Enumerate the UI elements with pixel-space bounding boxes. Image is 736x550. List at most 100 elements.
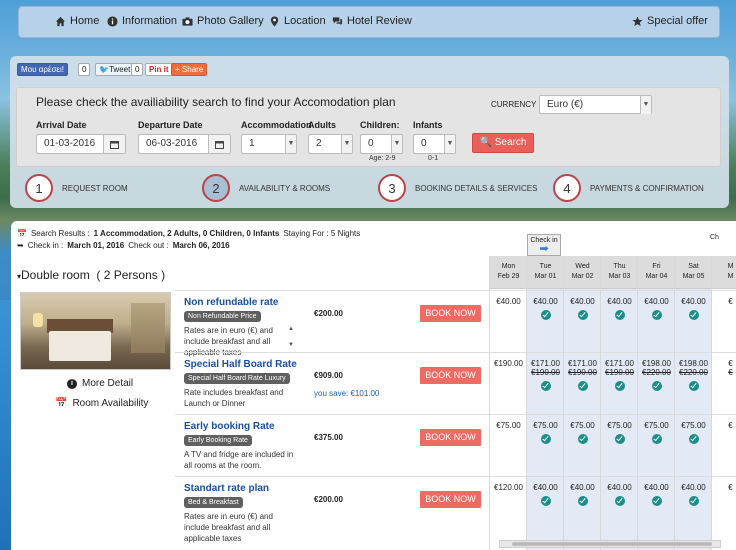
day-header: Thu Mar 03 [601,256,638,289]
price-cell[interactable]: € € [712,352,736,414]
check-circle-icon [651,310,662,320]
grid-horizontal-scrollbar[interactable] [499,540,721,548]
check-circle-icon [614,496,625,506]
room-photo[interactable] [20,292,171,370]
price-cell[interactable]: €40.00 [527,476,564,538]
price-cell[interactable]: € [712,476,736,538]
search-icon: 🔍 [479,137,492,148]
check-circle-icon [651,496,662,506]
checkin-checkout-line: ➥ Check in : March 01, 2016 Check out : … [17,241,230,250]
info-icon: i [67,378,77,389]
pinit-button[interactable]: Pin it [145,63,173,76]
price-cell[interactable]: €40.00 [601,476,638,538]
nav-photo-gallery[interactable]: Photo Gallery [182,15,264,27]
step-payments: 4 PAYMENTS & CONFIRMATION [553,174,704,202]
book-now-button[interactable]: BOOK NOW [420,367,481,384]
adults-label: Adults [308,120,336,130]
check-circle-icon [540,496,551,506]
day-header: Sat Mar 05 [675,256,712,289]
children-label: Children: [360,120,400,130]
price-cell[interactable]: €75.00 [490,414,527,476]
nav-special-offer[interactable]: Special offer [632,15,708,27]
availability-search-form: Please check the availiability search to… [16,87,721,167]
price-cell[interactable]: €120.00 [490,476,527,538]
day-column: Thu Mar 03 €40.00 €171.00 €190.00 €75.00 €40.0… [600,256,638,550]
price-cell[interactable]: €171.00 €190.00 [564,352,601,414]
camera-icon [182,16,193,26]
price-cell[interactable]: €171.00 €190.00 [601,352,638,414]
main-nav: Home Information Photo Gallery Location … [18,6,720,38]
departure-date-input[interactable]: 06-03-2016 [138,134,231,154]
search-button[interactable]: 🔍 Search [472,133,534,153]
price-cell[interactable]: €198.00 €220.00 [675,352,712,414]
check-circle-icon [688,310,699,320]
price-cell[interactable]: €40.00 [675,290,712,352]
arrival-date-input[interactable]: 01-03-2016 [36,134,126,154]
arrival-date-label: Arrival Date [36,120,87,130]
room-title[interactable]: ▾Double room ( 2 Persons ) [17,268,165,282]
step-request-room: 1 REQUEST ROOM [25,174,128,202]
day-column: M M € € € € € [711,256,736,550]
tweet-button[interactable]: 🐦Tweet [95,63,135,76]
calendar-icon[interactable] [103,135,125,153]
infants-select[interactable]: 0 ▼ [413,134,456,154]
search-title: Please check the availiability search to… [36,95,396,109]
day-column: Sat Mar 05 €40.00 €198.00 €220.00 €75.00 €40.0… [674,256,712,550]
facebook-like-button[interactable]: Μου αρέσει! [17,63,68,76]
map-pin-icon [270,15,279,27]
price-cell[interactable]: € [712,414,736,476]
price-cell[interactable]: €171.00 €190.00 [527,352,564,414]
adults-select[interactable]: 2 ▼ [308,134,353,154]
price-cell[interactable]: €40.00 [601,290,638,352]
comments-icon [332,16,343,25]
check-circle-icon [614,310,625,320]
facebook-count: 0 [78,63,91,76]
book-now-button[interactable]: BOOK NOW [420,491,481,508]
price-cell[interactable]: €40.00 [638,290,675,352]
price-cell[interactable]: €190.00 [490,352,527,414]
room-availability-link[interactable]: 📅 Room Availability [55,398,148,409]
price-cell[interactable]: € [712,290,736,352]
check-circle-icon [577,381,588,391]
nav-information[interactable]: Information [107,15,177,27]
children-select[interactable]: 0 ▼ [360,134,403,154]
scroll-arrows[interactable]: ▲ ▼ [287,325,295,351]
price-cell[interactable]: €40.00 [638,476,675,538]
check-circle-icon [614,381,625,391]
calendar-icon[interactable] [208,135,230,153]
arrow-right-icon: ➡ [539,243,549,255]
share-button[interactable]: + Share [171,63,208,76]
day-column: Mon Feb 29 €40.00 €190.00 €75.00 €120.00 [489,256,527,550]
infants-label: Infants [413,120,443,130]
price-cell[interactable]: €40.00 [675,476,712,538]
chevron-down-icon: ▼ [640,96,651,114]
price-cell[interactable]: €75.00 [675,414,712,476]
accommodation-select[interactable]: 1 ▼ [241,134,297,154]
price-cell[interactable]: €198.00 €220.00 [638,352,675,414]
price-cell[interactable]: €40.00 [490,290,527,352]
search-panel: Μου αρέσει! 0 🐦Tweet 0 Pin it + Share Pl… [10,56,729,208]
nav-location[interactable]: Location [269,15,326,27]
price-cell[interactable]: €40.00 [527,290,564,352]
price-cell[interactable]: €75.00 [527,414,564,476]
calendar-icon: 📅 [17,229,27,238]
checkin-marker: Check in ➡ [527,234,561,256]
nav-home[interactable]: Home [55,15,99,27]
tweet-count: 0 [131,63,144,76]
currency-label: CURRENCY : [491,100,541,109]
currency-select[interactable]: Euro (€) ▼ [539,95,652,114]
book-now-button[interactable]: BOOK NOW [420,305,481,322]
check-circle-icon [688,434,699,444]
book-now-button[interactable]: BOOK NOW [420,429,481,446]
more-detail-link[interactable]: i More Detail [67,378,133,389]
price-cell[interactable]: €75.00 [564,414,601,476]
day-header: Wed Mar 02 [564,256,601,289]
step-availability-rooms: 2 AVAILABILITY & ROOMS [202,174,330,202]
price-cell[interactable]: €40.00 [564,476,601,538]
price-cell[interactable]: €75.00 [638,414,675,476]
price-cell[interactable]: €40.00 [564,290,601,352]
children-age-hint: Age: 2-9 [369,155,396,162]
star-icon [632,15,643,26]
price-cell[interactable]: €75.00 [601,414,638,476]
nav-hotel-review[interactable]: Hotel Review [332,15,412,27]
